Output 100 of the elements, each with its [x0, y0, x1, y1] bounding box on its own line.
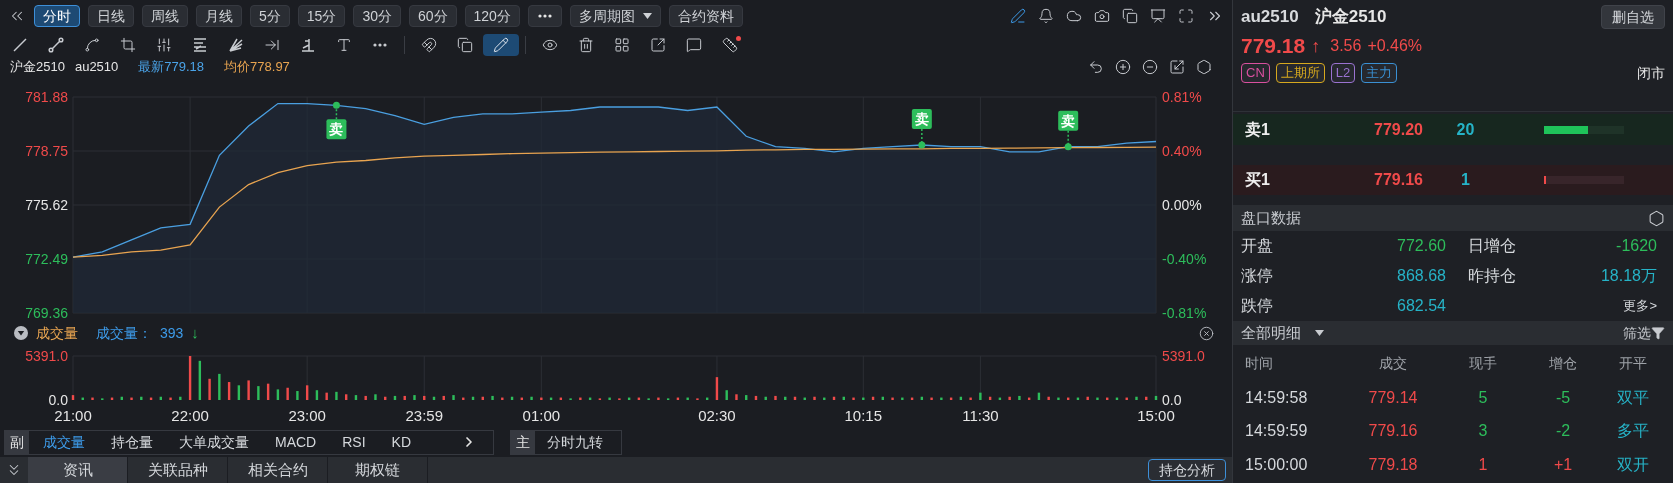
- pen-icon[interactable]: [1010, 8, 1026, 24]
- volume-bar: [71, 395, 75, 400]
- monitor-icon[interactable]: [1150, 8, 1166, 24]
- sell-marker[interactable]: [326, 101, 347, 140]
- indicator-tab[interactable]: 成交量: [43, 431, 85, 453]
- zoom-in-icon[interactable]: [1115, 59, 1131, 75]
- volume-bar: [823, 397, 826, 400]
- sell-marker[interactable]: [911, 108, 932, 149]
- pencil-icon: [493, 36, 509, 53]
- table-cell-text: 多平: [1616, 421, 1650, 441]
- caret-icon[interactable]: [1315, 330, 1324, 336]
- indicator-tab[interactable]: 分时九转: [547, 431, 603, 453]
- bottom-tab[interactable]: 关联品种: [128, 457, 228, 483]
- resize-icon[interactable]: [1169, 59, 1185, 75]
- bottom-tab[interactable]: 期权链: [328, 457, 428, 483]
- table-cell-text: 15:00:00: [1244, 454, 1309, 475]
- remove-watchlist-button[interactable]: 删自选: [1601, 5, 1665, 29]
- period-tab[interactable]: 日线: [88, 5, 134, 27]
- volume-bar: [715, 377, 719, 400]
- column-header: 增仓: [1548, 353, 1578, 373]
- percent-axis-label: 0.00%: [1162, 197, 1202, 213]
- volume-bar: [120, 396, 123, 400]
- cloud-icon[interactable]: [1066, 8, 1082, 24]
- close-icon[interactable]: [1199, 325, 1214, 341]
- indicator-tab[interactable]: KD: [391, 431, 412, 453]
- bell-icon[interactable]: [1038, 8, 1054, 24]
- volume-bar: [305, 385, 309, 400]
- period-tab[interactable]: 分时: [34, 5, 80, 27]
- comment-icon: [686, 36, 702, 53]
- toolbar-button[interactable]: 合约资料: [668, 5, 743, 27]
- sell-marker[interactable]: [1058, 110, 1079, 151]
- volume-bar: [793, 396, 797, 400]
- period-tab[interactable]: 30分: [353, 5, 401, 27]
- volume-bar: [188, 356, 192, 400]
- copy-icon[interactable]: [1122, 8, 1138, 24]
- zoom-out-icon[interactable]: [1142, 59, 1158, 75]
- volume-bar: [81, 397, 84, 400]
- period-tab[interactable]: 周线: [142, 5, 188, 27]
- stat-value: -1620: [1615, 236, 1658, 256]
- more-link[interactable]: 更多>: [1536, 296, 1665, 316]
- line-icon: [12, 36, 28, 53]
- volume-bar: [725, 390, 728, 400]
- table-cell-text: -5: [1554, 387, 1572, 408]
- volume-bar: [345, 394, 348, 400]
- price-axis-label: 781.88: [25, 89, 68, 105]
- volume-bar: [784, 396, 787, 400]
- price-change: 3.56: [1330, 36, 1362, 56]
- volume-bar: [852, 397, 855, 400]
- volume-bar: [940, 397, 943, 400]
- dropdown-button[interactable]: 多周期图: [569, 5, 661, 27]
- contract-name: 沪金2510: [1314, 6, 1387, 29]
- volume-bar: [637, 397, 641, 400]
- angle-icon: [300, 36, 316, 53]
- volume-bar: [998, 397, 1002, 400]
- volume-bar: [1027, 397, 1031, 400]
- volume-bar: [686, 397, 689, 400]
- point: [1064, 143, 1072, 151]
- volume-bar: [237, 385, 241, 400]
- indicator-tab[interactable]: RSI: [342, 431, 366, 453]
- bottom-tab[interactable]: 资讯: [28, 457, 128, 483]
- stat-label: 涨停: [1241, 266, 1274, 286]
- volume-bar: [862, 397, 865, 400]
- order-volume: 20: [1455, 119, 1476, 140]
- volume-axis-label: 5391.0: [25, 348, 68, 364]
- filter-label[interactable]: 筛选: [1623, 322, 1651, 344]
- period-tab[interactable]: 5分: [250, 5, 290, 27]
- fullscreen-icon[interactable]: [1178, 8, 1194, 24]
- tag: L2: [1330, 63, 1356, 83]
- camera-icon[interactable]: [1094, 8, 1110, 24]
- more-icon: [537, 14, 552, 18]
- pencil-tool[interactable]: [483, 33, 519, 56]
- section-title: 全部明细: [1241, 322, 1301, 343]
- table-cell-text: 5: [1477, 387, 1489, 408]
- indicator-tab[interactable]: 持仓量: [111, 431, 153, 453]
- volume-bar: [432, 396, 436, 400]
- position-analysis-button[interactable]: 持仓分析: [1148, 459, 1226, 481]
- volume-bar: [471, 396, 475, 400]
- volume-bar: [735, 394, 738, 400]
- indicator-tab[interactable]: 大单成交量: [179, 431, 249, 453]
- filter-icon[interactable]: [1651, 326, 1665, 340]
- order-price: 779.20: [1373, 119, 1423, 140]
- volume-bar: [247, 380, 250, 400]
- period-tab[interactable]: 120分: [464, 5, 520, 27]
- volume-bar: [959, 396, 963, 400]
- period-tab[interactable]: 月线: [196, 5, 242, 27]
- volume-bar: [1018, 395, 1021, 400]
- indicator-tab[interactable]: MACD: [275, 431, 317, 453]
- percent-axis-label: 0.40%: [1162, 143, 1202, 159]
- bottom-tab[interactable]: 相关合约: [228, 457, 328, 483]
- undo-icon[interactable]: [1088, 59, 1104, 75]
- period-tab[interactable]: 15分: [297, 5, 346, 27]
- volume-bar: [1154, 395, 1158, 400]
- more-button[interactable]: [527, 5, 562, 27]
- volume-bar: [266, 383, 270, 400]
- period-tab[interactable]: 60分: [408, 5, 457, 27]
- main-chart-label: 主: [511, 430, 535, 454]
- percent-axis-label: -0.40%: [1162, 251, 1207, 267]
- collapse-circle-icon[interactable]: [14, 326, 28, 340]
- more-icon: [373, 42, 387, 47]
- volume-bar: [832, 396, 836, 400]
